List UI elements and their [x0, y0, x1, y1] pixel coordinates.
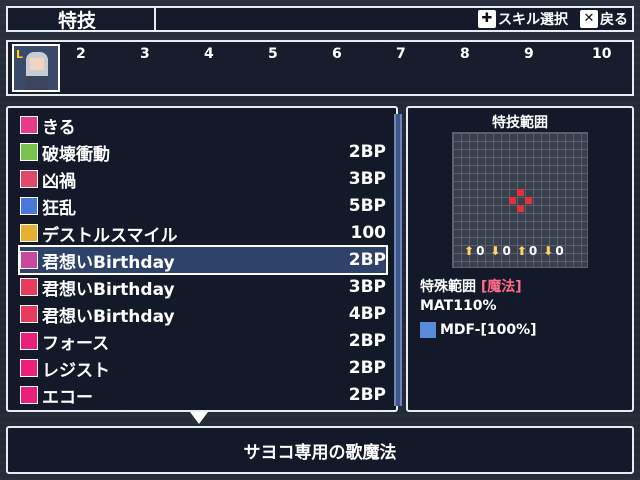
party-slot[interactable]: 10: [592, 46, 611, 62]
leader-mark: L: [16, 48, 24, 61]
skill-cost: 3BP: [348, 277, 386, 297]
vo-icon: [20, 332, 38, 350]
skill-row[interactable]: レジスト 2BP: [20, 355, 386, 381]
skill-range-panel: 特技範囲 ⬆ 0 ⬇ 0 ⬆ 0 ⬇ 0 特殊範囲 [魔法] MAT110% MDF-[…: [406, 106, 634, 412]
party-slot[interactable]: 9: [524, 46, 534, 62]
range-cell: [517, 205, 524, 212]
party-slot[interactable]: 4: [204, 46, 214, 62]
skill-name: 狂乱: [42, 198, 76, 219]
direction-arrows: ⬆ 0 ⬇ 0 ⬆ 0 ⬇ 0: [464, 244, 564, 258]
square-icon: [20, 197, 38, 215]
scrollbar[interactable]: [394, 114, 402, 406]
skill-name: レジスト: [42, 360, 110, 381]
skill-cost: 4BP: [348, 304, 386, 324]
arrow-down-icon: ⬇: [543, 244, 554, 258]
skill-name: 君想いBirthday: [42, 252, 175, 273]
skill-row[interactable]: 凶禍 3BP: [20, 166, 386, 192]
skill-cost: 100: [350, 223, 387, 243]
skill-cost: 2BP: [348, 142, 386, 162]
skill-row[interactable]: きる: [20, 112, 386, 138]
hint-skill-select: ✚ スキル選択: [478, 8, 568, 30]
note-icon: [20, 278, 38, 296]
arrow-down-icon: ⬇: [490, 244, 501, 258]
vo-icon: [20, 386, 38, 404]
skill-cost: 5BP: [348, 196, 386, 216]
character-portrait[interactable]: L: [12, 44, 60, 92]
vo-icon: [20, 359, 38, 377]
sword-icon: [20, 116, 38, 134]
skill-row[interactable]: 君想いBirthday 3BP: [20, 274, 386, 300]
skill-cost: 2BP: [348, 358, 386, 378]
range-cell: [525, 197, 532, 204]
range-title: 特技範囲: [492, 115, 548, 131]
party-slot[interactable]: 8: [460, 46, 470, 62]
note-icon: [20, 305, 38, 323]
skill-row[interactable]: フォース 2BP: [20, 328, 386, 354]
party-slot[interactable]: 3: [140, 46, 150, 62]
skill-cost: 2BP: [348, 331, 386, 351]
party-slot[interactable]: 2: [76, 46, 86, 62]
note-icon: [20, 251, 38, 269]
skill-cost: 2BP: [348, 250, 386, 270]
skill-name: 凶禍: [42, 171, 76, 192]
skill-list: きる 破壊衝動 2BP 凶禍 3BP 狂乱 5BP デストルスマイル 100 君想いBirthda…: [6, 106, 402, 412]
skill-description: サヨコ専用の歌魔法: [6, 426, 634, 474]
arrow-up-icon: ⬆: [464, 244, 475, 258]
skill-name: フォース: [42, 333, 110, 354]
skill-row[interactable]: エコー 2BP: [20, 382, 386, 408]
skill-name: 破壊衝動: [42, 144, 110, 165]
skill-name: エコー: [42, 387, 93, 408]
skill-row[interactable]: 狂乱 5BP: [20, 193, 386, 219]
mdf-stat: MDF-[100%]: [420, 322, 537, 338]
skill-name: 君想いBirthday: [42, 306, 175, 327]
party-bar: L 2 3 4 5 6 7 8 9 10: [6, 40, 634, 96]
debuff-icon: [420, 322, 436, 338]
skill-name: デストルスマイル: [42, 225, 178, 246]
skill-row[interactable]: デストルスマイル 100: [20, 220, 386, 246]
dpad-icon: ✚: [478, 10, 496, 28]
mat-stat: MAT110%: [420, 298, 497, 314]
special-range: 特殊範囲 [魔法]: [420, 279, 522, 295]
star-icon: [20, 224, 38, 242]
range-cell: [517, 189, 524, 196]
range-cell: [509, 197, 516, 204]
square-icon: [20, 170, 38, 188]
skill-cost: 2BP: [348, 385, 386, 405]
plus-icon: [20, 143, 38, 161]
page-title: 特技: [6, 6, 156, 32]
party-slot[interactable]: 6: [332, 46, 342, 62]
party-slot[interactable]: 5: [268, 46, 278, 62]
skill-name: 君想いBirthday: [42, 279, 175, 300]
party-slot[interactable]: 7: [396, 46, 406, 62]
hint-back[interactable]: ✕ 戻る: [580, 8, 628, 30]
skill-row[interactable]: 君想いBirthday 2BP: [18, 245, 388, 275]
skill-row[interactable]: 君想いBirthday 4BP: [20, 301, 386, 327]
arrow-up-icon: ⬆: [516, 244, 527, 258]
x-button-icon: ✕: [580, 10, 598, 28]
skill-name: きる: [42, 117, 76, 138]
skill-cost: 3BP: [348, 169, 386, 189]
scroll-down-arrow-icon[interactable]: [190, 412, 208, 424]
skill-row[interactable]: 破壊衝動 2BP: [20, 139, 386, 165]
